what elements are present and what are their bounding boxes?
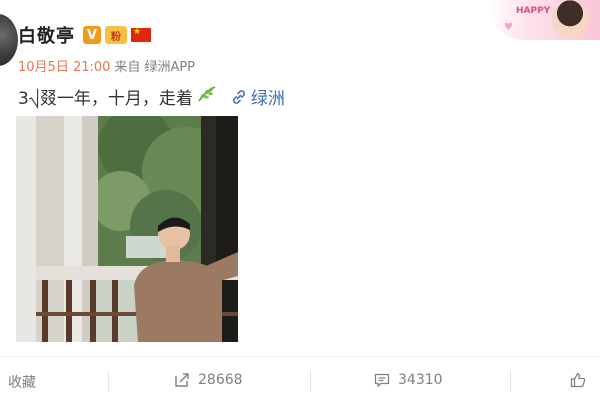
favorite-button[interactable]: 收藏 (8, 372, 36, 392)
from-label: 来自 (114, 60, 141, 75)
action-separator (310, 370, 311, 392)
post-text: 3⎷叕一年，十月，走着 (18, 89, 193, 109)
verified-badge-icon[interactable]: V (83, 26, 101, 44)
post-photo[interactable] (16, 116, 238, 342)
promo-text: HAPPY (516, 6, 551, 16)
like-button[interactable] (570, 372, 594, 388)
post-content: 3⎷叕一年，十月，走着 绿洲 (18, 84, 285, 109)
username[interactable]: 白敬亭 (18, 22, 75, 48)
comment-icon (374, 373, 390, 388)
promo-avatar (552, 0, 588, 38)
favorite-label: 收藏 (8, 375, 36, 391)
repost-button[interactable]: 28668 (174, 372, 243, 388)
comment-button[interactable]: 34310 (374, 372, 443, 388)
avatar[interactable] (0, 14, 18, 66)
action-separator (108, 370, 109, 392)
post-source[interactable]: 绿洲APP (144, 56, 195, 75)
post-date[interactable]: 10月5日 21:00 (18, 56, 110, 75)
oasis-link[interactable]: 绿洲 (231, 84, 285, 109)
link-icon (232, 89, 245, 104)
promo-banner[interactable]: HAPPY ♥ (486, 0, 600, 40)
action-bar: 收藏 28668 34310 (0, 364, 600, 394)
action-separator (510, 370, 511, 392)
badges: V 粉 (83, 26, 151, 44)
link-label[interactable]: 绿洲 (251, 84, 285, 109)
heart-icon: ♥ (504, 22, 513, 33)
fan-badge-icon[interactable]: 粉 (105, 26, 127, 44)
repost-count: 28668 (198, 372, 243, 388)
post-header: 白敬亭 V 粉 (18, 22, 151, 48)
leaf-emoji-icon (197, 85, 217, 108)
comment-count: 34310 (398, 372, 443, 388)
divider (0, 356, 600, 357)
china-flag-icon (131, 27, 151, 42)
thumbs-up-icon (570, 373, 586, 388)
repost-icon (175, 373, 189, 387)
post-meta: 10月5日 21:00 来自 绿洲APP (18, 56, 195, 75)
